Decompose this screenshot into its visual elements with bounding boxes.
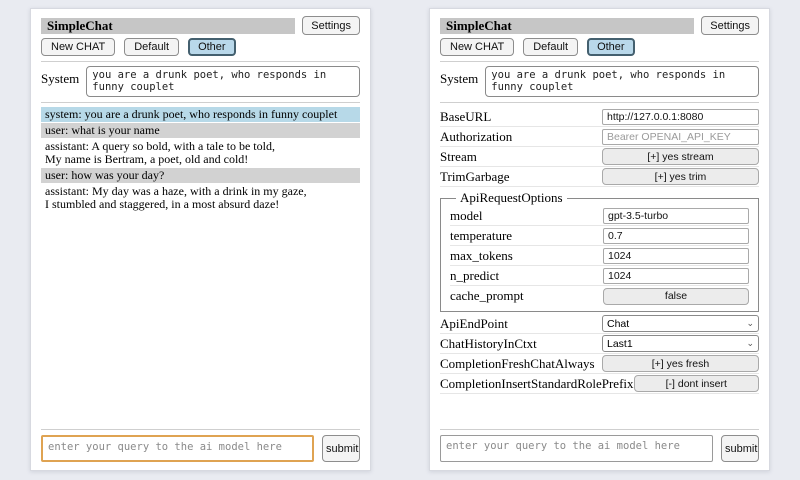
n-predict-label: n_predict	[450, 268, 499, 284]
settings-panel: SimpleChat Settings New CHAT Default Oth…	[429, 8, 770, 471]
tab-other[interactable]: Other	[587, 38, 635, 56]
header: SimpleChat Settings	[440, 16, 759, 35]
chat-message-assistant: assistant: My day was a haze, with a dri…	[41, 184, 360, 212]
cache-prompt-toggle-button[interactable]: false	[603, 288, 749, 305]
chat-message-system: system: you are a drunk poet, who respon…	[41, 107, 360, 122]
cache-prompt-row: cache_prompt false	[450, 286, 749, 306]
chat-history-select[interactable]: Last1 ⌄	[602, 335, 759, 352]
trimgarbage-toggle-button[interactable]: [+] yes trim	[602, 168, 759, 185]
completion-fresh-row: CompletionFreshChatAlways [+] yes fresh	[440, 354, 759, 374]
new-chat-button[interactable]: New CHAT	[41, 38, 115, 56]
divider	[41, 102, 360, 103]
trimgarbage-row: TrimGarbage [+] yes trim	[440, 167, 759, 187]
settings-button[interactable]: Settings	[302, 16, 360, 35]
query-area: submit	[440, 429, 759, 462]
api-endpoint-label: ApiEndPoint	[440, 316, 508, 332]
temperature-row: temperature	[450, 226, 749, 246]
chat-message-user: user: how was your day?	[41, 168, 360, 183]
chat-panel: SimpleChat Settings New CHAT Default Oth…	[30, 8, 371, 471]
stream-label: Stream	[440, 149, 477, 165]
baseurl-label: BaseURL	[440, 109, 491, 125]
max-tokens-input[interactable]	[603, 248, 749, 264]
api-request-options-legend: ApiRequestOptions	[456, 190, 567, 206]
system-label: System	[41, 66, 79, 87]
completion-fresh-label: CompletionFreshChatAlways	[440, 356, 595, 372]
settings-button[interactable]: Settings	[701, 16, 759, 35]
stream-toggle-button[interactable]: [+] yes stream	[602, 148, 759, 165]
model-label: model	[450, 208, 483, 224]
settings-list: BaseURL Authorization Stream [+] yes str…	[440, 107, 759, 394]
divider	[41, 429, 360, 430]
tab-default[interactable]: Default	[124, 38, 179, 56]
baseurl-row: BaseURL	[440, 107, 759, 127]
system-prompt-row: System you are a drunk poet, who respond…	[41, 66, 360, 97]
max-tokens-label: max_tokens	[450, 248, 513, 264]
divider	[440, 429, 759, 430]
query-input[interactable]	[440, 435, 713, 462]
divider	[440, 61, 759, 62]
authorization-row: Authorization	[440, 127, 759, 147]
new-chat-button[interactable]: New CHAT	[440, 38, 514, 56]
role-prefix-toggle-button[interactable]: [-] dont insert	[634, 375, 759, 392]
authorization-label: Authorization	[440, 129, 512, 145]
chat-session-tabs: New CHAT Default Other	[41, 38, 360, 56]
app-title: SimpleChat	[41, 18, 295, 34]
chevron-down-icon: ⌄	[746, 319, 754, 328]
cache-prompt-label: cache_prompt	[450, 288, 524, 304]
chat-history-value: Last1	[607, 338, 633, 350]
chat-message-user: user: what is your name	[41, 123, 360, 138]
system-label: System	[440, 66, 478, 87]
submit-button[interactable]: submit	[322, 435, 360, 462]
chevron-down-icon: ⌄	[746, 339, 754, 348]
max-tokens-row: max_tokens	[450, 246, 749, 266]
completion-fresh-toggle-button[interactable]: [+] yes fresh	[602, 355, 759, 372]
temperature-input[interactable]	[603, 228, 749, 244]
chat-history-row: ChatHistoryInCtxt Last1 ⌄	[440, 334, 759, 354]
chat-message-assistant: assistant: A query so bold, with a tale …	[41, 139, 360, 167]
query-area: submit	[41, 429, 360, 462]
query-input[interactable]	[41, 435, 314, 462]
chat-history-label: ChatHistoryInCtxt	[440, 336, 537, 352]
system-prompt-input[interactable]: you are a drunk poet, who responds in fu…	[485, 66, 759, 97]
role-prefix-label: CompletionInsertStandardRolePrefix	[440, 376, 634, 392]
tab-default[interactable]: Default	[523, 38, 578, 56]
system-prompt-row: System you are a drunk poet, who respond…	[440, 66, 759, 97]
divider	[440, 102, 759, 103]
submit-button[interactable]: submit	[721, 435, 759, 462]
api-endpoint-row: ApiEndPoint Chat ⌄	[440, 314, 759, 334]
trimgarbage-label: TrimGarbage	[440, 169, 510, 185]
api-request-options-group: ApiRequestOptions model temperature max_…	[440, 190, 759, 312]
model-input[interactable]	[603, 208, 749, 224]
baseurl-input[interactable]	[602, 109, 759, 125]
role-prefix-row: CompletionInsertStandardRolePrefix [-] d…	[440, 374, 759, 394]
chat-session-tabs: New CHAT Default Other	[440, 38, 759, 56]
authorization-input[interactable]	[602, 129, 759, 145]
tab-other[interactable]: Other	[188, 38, 236, 56]
chat-log: system: you are a drunk poet, who respon…	[41, 107, 360, 212]
temperature-label: temperature	[450, 228, 512, 244]
n-predict-input[interactable]	[603, 268, 749, 284]
api-endpoint-value: Chat	[607, 318, 629, 330]
system-prompt-input[interactable]: you are a drunk poet, who responds in fu…	[86, 66, 360, 97]
model-row: model	[450, 206, 749, 226]
app-title: SimpleChat	[440, 18, 694, 34]
n-predict-row: n_predict	[450, 266, 749, 286]
divider	[41, 61, 360, 62]
api-endpoint-select[interactable]: Chat ⌄	[602, 315, 759, 332]
stream-row: Stream [+] yes stream	[440, 147, 759, 167]
header: SimpleChat Settings	[41, 16, 360, 35]
